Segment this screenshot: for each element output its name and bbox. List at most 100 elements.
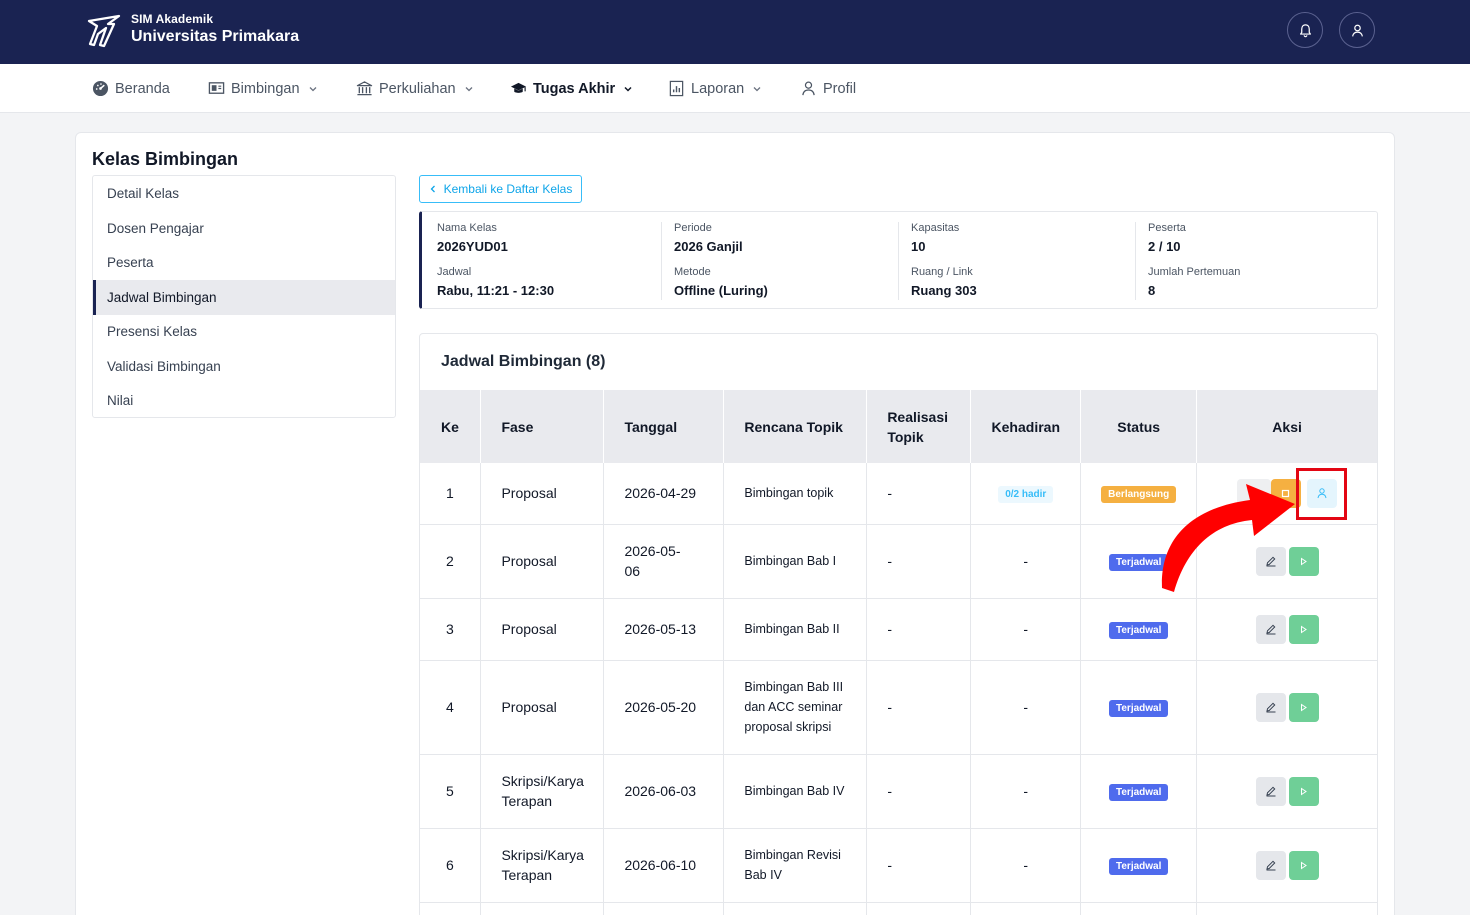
start-session-button[interactable] [1288,776,1319,806]
schedule-table: Ke Fase Tanggal Rencana Topik Realisasi … [420,390,1377,915]
cell-kehadiran: - [970,828,1082,903]
info-metode: Metode Offline (Luring) [674,266,904,298]
cell-rencana-topik: Bimbingan topik [723,463,868,525]
cell-ke: 6 [420,828,482,903]
table-row: 5 Skripsi/Karya Terapan 2026-06-03 Bimbi… [420,754,1377,829]
info-value: Offline (Luring) [674,283,768,298]
side-item-peserta[interactable]: Peserta [93,245,395,280]
cell-ke: 2 [420,524,482,599]
side-item-validasi-bimbingan[interactable]: Validasi Bimbingan [93,349,395,384]
table-row: 3 Proposal 2026-05-13 Bimbingan Bab II -… [420,598,1377,661]
cell-realisasi: - [866,828,972,903]
cell-tanggal: 2026-05-13 [603,598,725,661]
cell-realisasi: - [866,660,972,755]
table-row: 6 Skripsi/Karya Terapan 2026-06-10 Bimbi… [420,828,1377,903]
cell-rencana-topik: Bimbingan Bab IV [723,754,868,829]
cell-fase: Proposal [480,598,605,661]
nav-perkuliahan[interactable]: Perkuliahan [356,64,474,113]
info-label: Periode [674,222,712,234]
notification-button[interactable] [1287,12,1323,48]
back-to-class-list-button[interactable]: Kembali ke Daftar Kelas [419,175,582,203]
cell-fase: Proposal [480,524,605,599]
play-icon [1301,787,1307,795]
start-session-button[interactable] [1288,614,1319,644]
info-label: Nama Kelas [437,222,497,234]
bell-icon [1299,23,1311,37]
chevron-left-icon [430,185,435,193]
column-header: Status [1080,390,1198,463]
pencil-icon [1265,702,1276,713]
column-header: Tanggal [603,390,725,463]
play-icon [1301,625,1307,633]
cell-realisasi: - [866,754,972,829]
class-info-panel: Nama Kelas 2026YUD01 Periode 2026 Ganjil… [419,211,1378,309]
info-value: 2026YUD01 [437,239,508,254]
play-icon [1301,557,1307,565]
attendance-badge: 0/2 hadir [998,485,1054,503]
cell-ke: 3 [420,598,482,661]
pencil-icon [1265,860,1276,871]
nav-profil[interactable]: Profil [800,64,856,113]
side-item-detail-kelas[interactable]: Detail Kelas [93,176,395,211]
nav-tugas-akhir[interactable]: Tugas Akhir [510,64,633,113]
status-badge: Terjadwal [1109,783,1169,801]
info-ruang: Ruang / Link Ruang 303 [911,266,1141,298]
info-value: 2026 Ganjil [674,239,743,254]
cell-ke: 4 [420,660,482,755]
dashboard-icon [92,80,109,97]
report-icon [669,80,684,97]
side-item-nilai[interactable]: Nilai [93,383,395,418]
cell-kehadiran: - [970,660,1082,755]
cell-fase: Proposal [480,463,605,525]
play-icon [1301,703,1307,711]
cell-status: Terjadwal [1080,660,1198,755]
cell-realisasi: - [866,463,972,525]
column-header: Fase [480,390,605,463]
top-header: SIM Akademik Universitas Primakara [0,0,1470,64]
chevron-down-icon [624,86,632,92]
nav-label: Beranda [115,80,170,97]
column-header: Aksi [1196,390,1377,463]
board-icon [208,82,225,94]
cell-fase: Skripsi/Karya Terapan [480,754,605,829]
pencil-icon [1265,786,1276,797]
pencil-icon [1265,624,1276,635]
nav-laporan[interactable]: Laporan [668,64,762,113]
info-label: Jadwal [437,266,472,278]
info-label: Jumlah Pertemuan [1148,266,1241,278]
cell-fase: Proposal [480,660,605,755]
back-label: Kembali ke Daftar Kelas [443,182,573,196]
cell-rencana-topik: Bimbingan Bab II [723,598,868,661]
edit-button[interactable] [1255,614,1286,644]
side-item-presensi-kelas[interactable]: Presensi Kelas [93,314,395,349]
cell-kehadiran: - [970,754,1082,829]
column-header: Realisasi Topik [866,390,972,463]
cell-tanggal: 2026-04-29 [603,463,725,525]
cell-fase: Skripsi/Karya Terapan [480,828,605,903]
nav-beranda[interactable]: Beranda [92,64,170,113]
profile-button[interactable] [1339,12,1375,48]
cell-tanggal: 2026-06-10 [603,828,725,903]
edit-button[interactable] [1255,692,1286,722]
side-item-dosen-pengajar[interactable]: Dosen Pengajar [93,211,395,246]
info-label: Ruang / Link [911,266,973,278]
status-badge: Terjadwal [1109,699,1169,717]
table-row: 4 Proposal 2026-05-20 Bimbingan Bab III … [420,660,1377,755]
nav-bimbingan[interactable]: Bimbingan [208,64,318,113]
cell-aksi [1196,660,1377,755]
user-icon [802,81,815,96]
chevron-down-icon [753,86,761,91]
start-session-button[interactable] [1288,850,1319,880]
edit-button[interactable] [1255,850,1286,880]
university-logo[interactable] [86,12,122,48]
nav-label: Bimbingan [231,80,300,97]
graduation-cap-icon [510,82,527,93]
brand-title: Universitas Primakara [131,28,300,45]
info-nama-kelas: Nama Kelas 2026YUD01 [437,222,667,254]
column-header: Rencana Topik [723,390,868,463]
start-session-button[interactable] [1288,692,1319,722]
building-icon [356,81,373,96]
side-item-jadwal-bimbingan[interactable]: Jadwal Bimbingan [93,279,395,315]
column-header: Kehadiran [970,390,1082,463]
edit-button[interactable] [1255,776,1286,806]
